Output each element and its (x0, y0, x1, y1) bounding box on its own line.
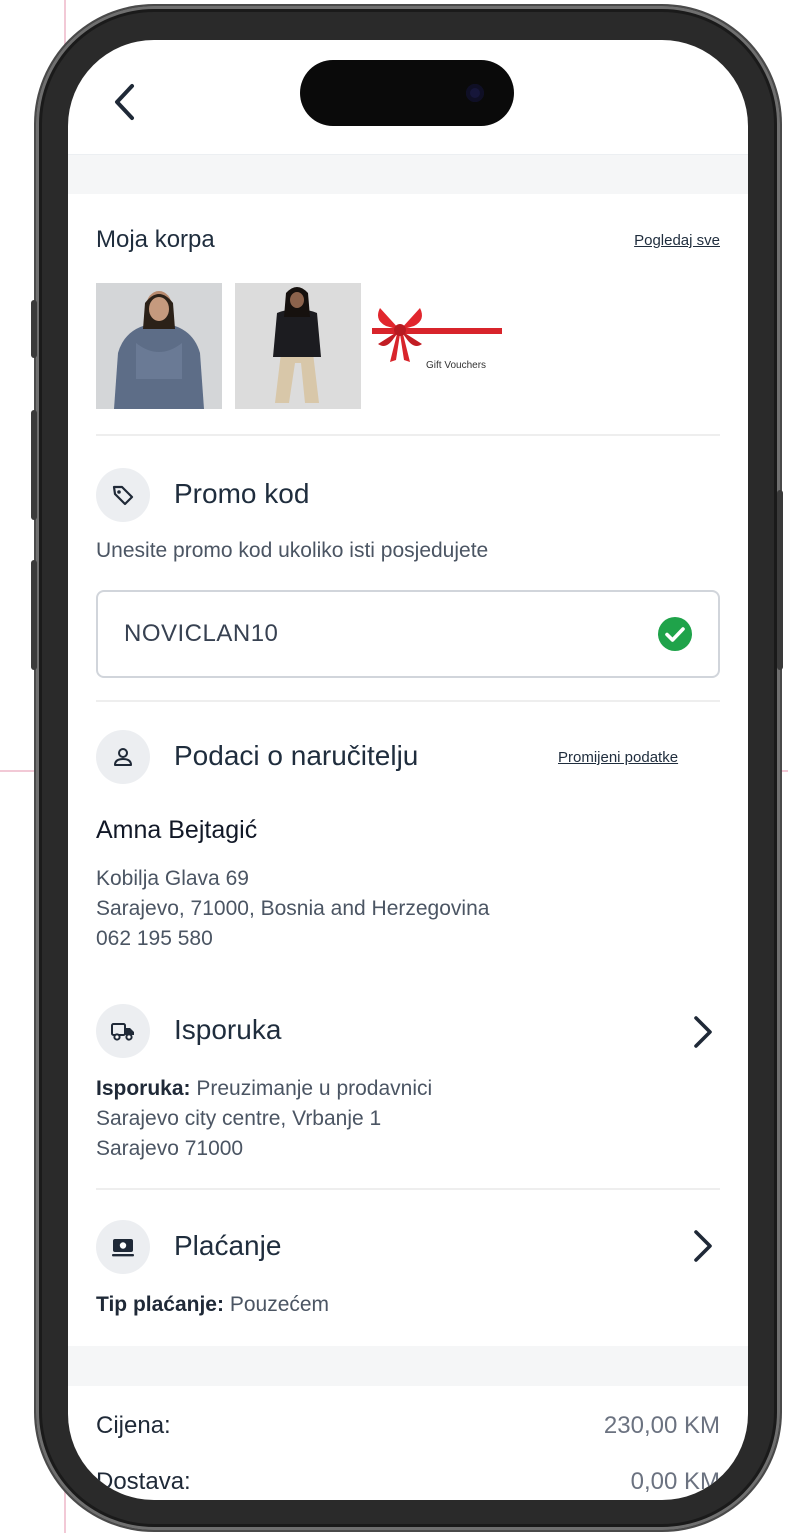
payment-chevron-right-icon[interactable] (688, 1228, 718, 1264)
change-details-link[interactable]: Promijeni podatke (558, 749, 678, 766)
customer-title: Podaci o naručitelju (174, 740, 419, 771)
delivery-icon-badge (96, 1004, 150, 1058)
delivery-label: Isporuka: (96, 1077, 191, 1100)
customer-icon-badge (96, 730, 150, 784)
shipping-label: Dostava: (96, 1468, 191, 1495)
dynamic-island (300, 60, 514, 126)
cash-icon (112, 1239, 134, 1257)
promo-title: Promo kod (174, 478, 310, 509)
summary-price-row: Cijena: 230,00 KM (96, 1412, 720, 1440)
side-button-power (777, 490, 783, 670)
side-button-volume-down (31, 560, 37, 670)
price-label: Cijena: (96, 1412, 171, 1439)
outfit-product-image (235, 283, 361, 409)
header-divider-band (68, 154, 748, 194)
back-button[interactable] (104, 80, 144, 124)
promo-code-input[interactable]: NOVICLAN10 (96, 590, 720, 678)
cart-item-gift-voucher[interactable]: Gift Vouchers (372, 300, 502, 390)
delivery-chevron-right-icon[interactable] (688, 1014, 718, 1050)
user-icon (114, 748, 132, 766)
payment-method: Pouzećem (229, 1293, 330, 1316)
view-all-link[interactable]: Pogledaj sve (634, 232, 720, 249)
chevron-left-icon (115, 84, 134, 120)
cart-item-outfit[interactable] (235, 283, 361, 409)
side-button-mute (31, 300, 37, 358)
section-divider (96, 1188, 720, 1190)
shipping-value: 0,00 KM (630, 1468, 720, 1495)
price-value: 230,00 KM (603, 1412, 720, 1439)
customer-address-line2: Sarajevo, 71000, Bosnia and Herzegovina (96, 897, 490, 920)
guide-line-left-horizontal (0, 770, 40, 772)
payment-icon-badge (96, 1220, 150, 1274)
cart-title: Moja korpa (96, 226, 215, 253)
promo-code-value: NOVICLAN10 (124, 620, 279, 647)
customer-name: Amna Bejtagić (96, 816, 258, 844)
cart-item-hoodie[interactable] (96, 283, 222, 409)
delivery-method: Preuzimanje u prodavnici (196, 1077, 433, 1100)
section-divider (96, 434, 720, 436)
customer-address-line1: Kobilja Glava 69 (96, 867, 249, 890)
check-circle-icon (658, 617, 692, 651)
promo-icon-badge (96, 468, 150, 522)
section-divider (96, 700, 720, 702)
tag-icon (112, 485, 134, 506)
promo-description: Unesite promo kod ukoliko isti posjeduje… (96, 539, 489, 562)
truck-icon (111, 1023, 134, 1041)
phone-screen: Moja korpa Pogledaj sve Gift Vouchers Pr… (68, 40, 748, 1500)
summary-divider-band (68, 1346, 748, 1386)
delivery-method-line: Isporuka: Preuzimanje u prodavnici (96, 1076, 432, 1102)
gift-voucher-caption: Gift Vouchers (426, 360, 487, 371)
customer-phone: 062 195 580 (96, 927, 213, 950)
delivery-store-address: Sarajevo city centre, Vrbanje 1 (96, 1107, 382, 1130)
delivery-store-city: Sarajevo 71000 (96, 1137, 244, 1160)
payment-title: Plaćanje (174, 1230, 282, 1261)
hoodie-product-image (96, 283, 222, 409)
summary-shipping-row: Dostava: 0,00 KM (96, 1468, 720, 1496)
side-button-volume-up (31, 410, 37, 520)
payment-method-line: Tip plaćanje: Pouzećem (96, 1292, 329, 1318)
payment-label: Tip plaćanje: (96, 1293, 224, 1316)
delivery-title: Isporuka (174, 1014, 282, 1045)
